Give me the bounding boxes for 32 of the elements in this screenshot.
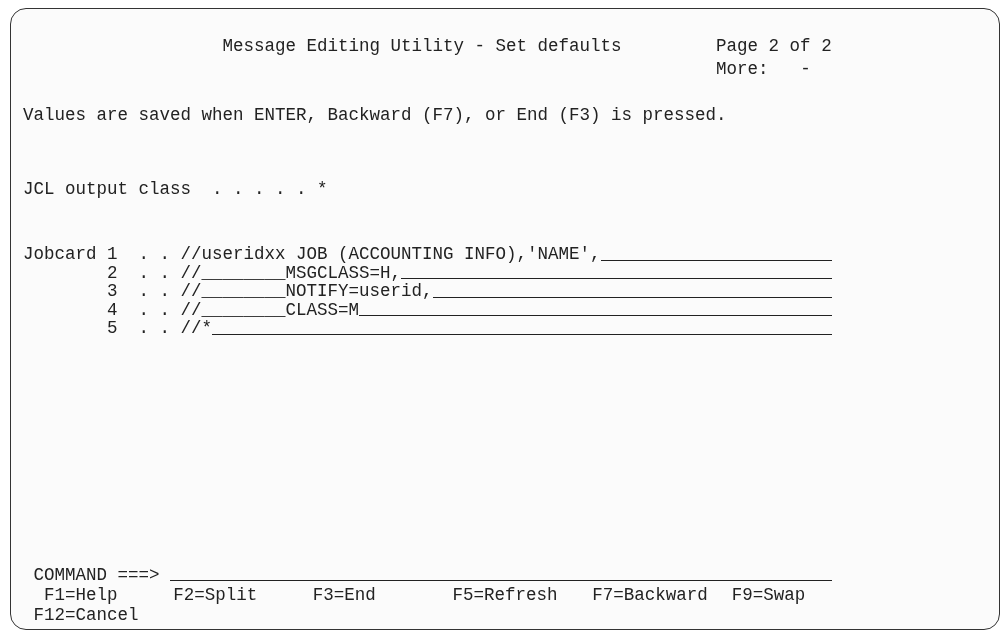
more-label: More: xyxy=(716,59,769,78)
field-label: JCL output class xyxy=(23,179,192,198)
jobcard-field[interactable]: //________MSGCLASS=H, xyxy=(180,263,832,282)
line-number: 3 xyxy=(107,282,118,301)
function-key[interactable]: F9=Swap xyxy=(721,585,862,605)
line-number: 2 xyxy=(107,263,118,282)
function-key[interactable]: F5=Refresh xyxy=(442,585,582,605)
output-class-field[interactable]: * xyxy=(317,179,328,198)
leader-dots: . . . . . xyxy=(212,179,307,198)
function-key[interactable]: F1=Help xyxy=(23,585,163,605)
leader-dots: . . xyxy=(138,245,171,264)
screen-title: Message Editing Utility - Set defaults xyxy=(222,37,622,56)
more-indicator: - xyxy=(800,59,811,78)
leader-dots: . . xyxy=(138,300,171,319)
leader-dots: . . xyxy=(138,282,171,301)
line-number: 4 xyxy=(107,300,118,319)
line-number: 5 xyxy=(107,319,118,338)
jobcard-field[interactable]: //________NOTIFY=userid, xyxy=(180,282,832,301)
page-indicator: Page 2 of 2 xyxy=(716,37,832,56)
line-number: 1 xyxy=(107,245,118,264)
leader-dots: . . xyxy=(138,319,171,338)
function-key[interactable]: F7=Backward xyxy=(581,585,722,605)
jobcard-field[interactable]: //________CLASS=M xyxy=(180,300,832,319)
instruction-text: Values are saved when ENTER, Backward (F7), or End (F3) is pressed. xyxy=(23,106,727,125)
command-label: COMMAND ===> xyxy=(33,565,160,584)
function-key[interactable]: F2=Split xyxy=(162,585,303,605)
jobcard-field[interactable]: //* xyxy=(180,319,832,338)
field-label: Jobcard xyxy=(23,245,97,264)
jobcard-field[interactable]: //useridxx JOB (ACCOUNTING INFO),'NAME', xyxy=(180,245,832,264)
function-key[interactable]: F3=End xyxy=(302,585,442,605)
leader-dots: . . xyxy=(138,263,171,282)
function-key[interactable]: F12=Cancel xyxy=(23,605,163,625)
